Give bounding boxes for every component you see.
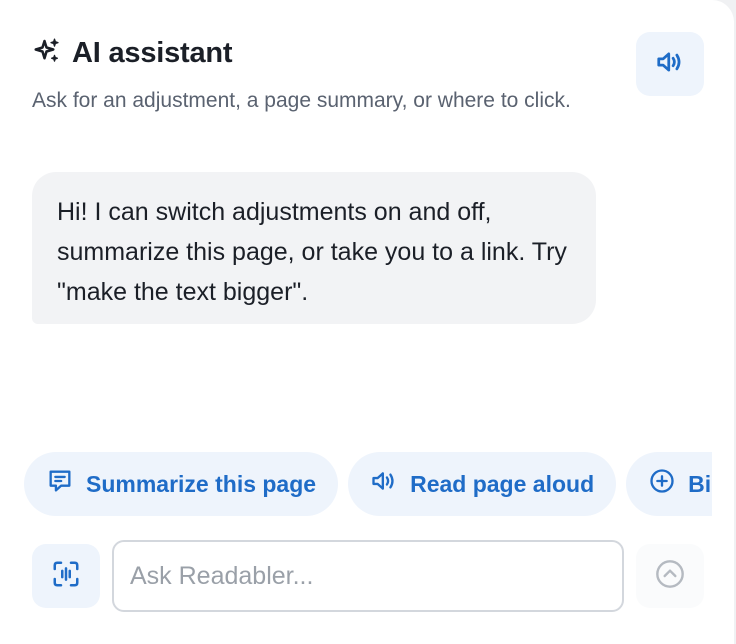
- read-aloud-button[interactable]: [636, 32, 704, 96]
- speaker-icon: [655, 47, 685, 82]
- plus-circle-icon: [648, 467, 676, 501]
- send-button[interactable]: [636, 544, 704, 608]
- panel-title: AI assistant: [72, 37, 233, 69]
- suggestion-bigger-text[interactable]: Big: [626, 452, 712, 516]
- voice-icon: [51, 559, 81, 594]
- sparkles-icon: [32, 36, 62, 71]
- arrow-up-circle-icon: [654, 558, 686, 595]
- suggestion-summarize-page[interactable]: Summarize this page: [24, 452, 339, 516]
- title-row: AI assistant: [32, 36, 584, 71]
- message-input[interactable]: [114, 542, 622, 610]
- message-input-wrapper: [112, 540, 624, 612]
- suggestion-chips: Summarize this page Read page aloud Big: [24, 452, 712, 516]
- assistant-panel: AI assistant Ask for an adjustment, a pa…: [0, 0, 734, 644]
- panel-header: AI assistant: [32, 36, 584, 71]
- suggestion-label: Big: [688, 470, 712, 497]
- message-icon: [46, 467, 74, 501]
- panel-subtitle: Ask for an adjustment, a page summary, o…: [32, 89, 571, 112]
- assistant-message: Hi! I can switch adjustments on and off,…: [32, 172, 596, 324]
- speaker-icon: [370, 467, 398, 501]
- voice-input-button[interactable]: [32, 544, 100, 608]
- suggestion-label: Summarize this page: [86, 470, 317, 497]
- suggestion-label: Read page aloud: [410, 470, 595, 497]
- suggestion-read-aloud[interactable]: Read page aloud: [348, 452, 617, 516]
